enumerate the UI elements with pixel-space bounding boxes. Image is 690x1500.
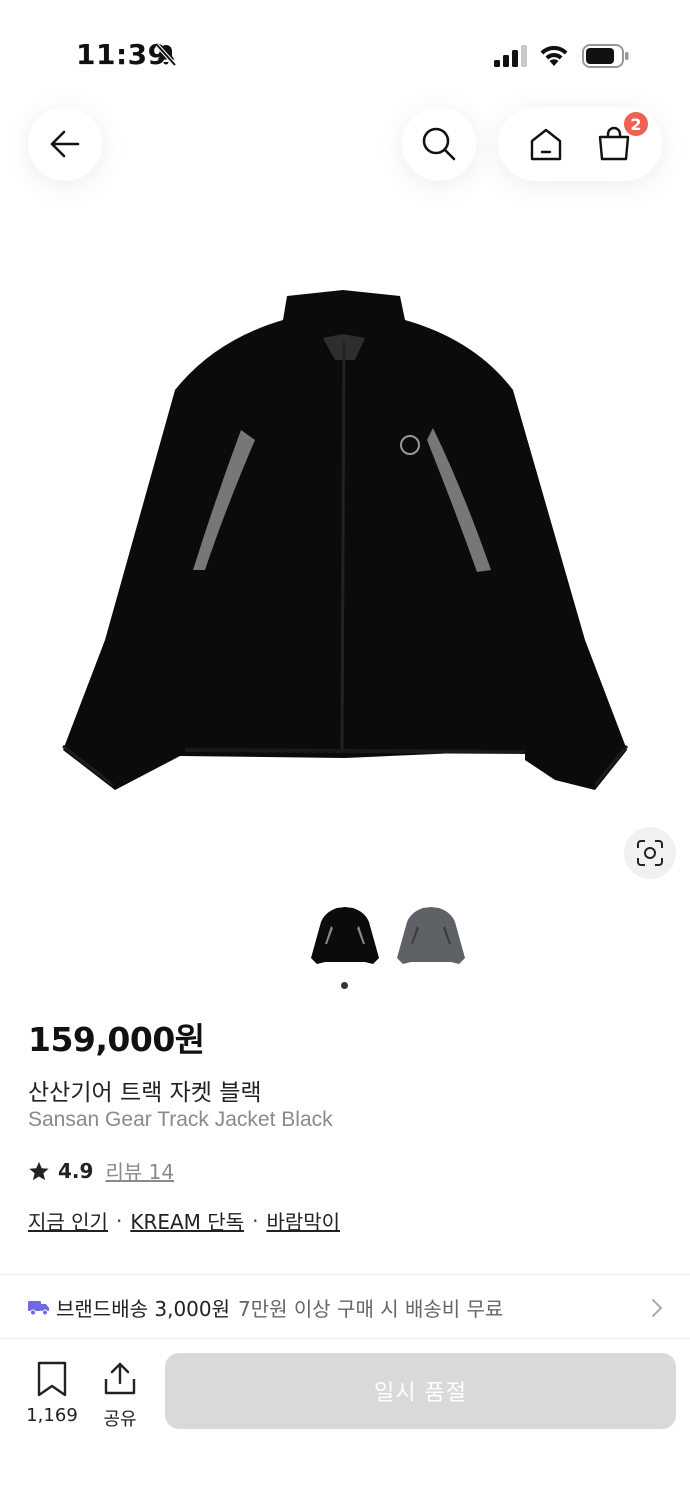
product-price: 159,000원: [28, 1020, 205, 1059]
share-icon: [104, 1362, 136, 1395]
sold-out-button[interactable]: 일시 품절: [165, 1353, 676, 1429]
tags-row: 지금 인기 · KREAM 단독 · 바람막이: [28, 1206, 340, 1235]
home-cart-group: 2: [498, 107, 662, 181]
shipping-fee: 브랜드배송 3,000원: [56, 1296, 231, 1321]
search-icon: [422, 127, 456, 161]
bottom-action-bar: 1,169 공유 일시 품절: [0, 1338, 690, 1500]
tag-separator: ·: [252, 1208, 259, 1233]
review-link[interactable]: 리뷰 14: [105, 1156, 174, 1185]
chevron-right-icon: [652, 1299, 663, 1317]
tag-trending[interactable]: 지금 인기: [28, 1206, 108, 1235]
rating-row: 4.9 리뷰 14: [28, 1156, 174, 1185]
star-icon: [29, 1161, 49, 1180]
thumbnail-gray[interactable]: [393, 900, 469, 976]
shipping-info-row[interactable]: 브랜드배송 3,000원 7만원 이상 구매 시 배송비 무료: [0, 1278, 690, 1336]
truck-icon: [28, 1301, 49, 1316]
lens-scan-icon: [637, 840, 663, 866]
divider: [0, 1274, 690, 1275]
tag-kream-exclusive[interactable]: KREAM 단독: [130, 1206, 244, 1235]
cart-count-badge: 2: [622, 110, 650, 138]
home-button[interactable]: [524, 122, 568, 166]
status-bar: 11:39: [0, 0, 690, 100]
bell-off-icon: [155, 43, 177, 67]
free-shipping-note: 7만원 이상 구매 시 배송비 무료: [238, 1296, 504, 1321]
cart-button[interactable]: 2: [592, 110, 650, 166]
share-label: 공유: [103, 1409, 137, 1430]
battery-icon: [582, 44, 629, 68]
carousel-page-dot: [341, 982, 348, 989]
product-name-english: Sansan Gear Track Jacket Black: [28, 1108, 333, 1131]
tag-separator: ·: [115, 1208, 123, 1233]
back-button[interactable]: [28, 107, 102, 181]
product-main-image: [62, 290, 629, 790]
home-icon: [530, 128, 562, 161]
wifi-icon: [540, 45, 568, 66]
bookmark-icon: [37, 1361, 67, 1397]
image-search-button[interactable]: [624, 827, 676, 879]
thumbnail-black[interactable]: [307, 900, 383, 976]
bookmark-count: 1,169: [26, 1405, 78, 1426]
cellular-signal-icon: [494, 45, 527, 67]
arrow-left-icon: [50, 130, 80, 158]
bookmark-button[interactable]: 1,169: [22, 1361, 82, 1426]
tag-windbreaker[interactable]: 바람막이: [266, 1206, 340, 1235]
product-name-korean: 산산기어 트랙 자켓 블랙: [28, 1080, 262, 1106]
rating-value: 4.9: [58, 1158, 94, 1183]
share-button[interactable]: 공유: [96, 1361, 144, 1431]
search-button[interactable]: [402, 107, 476, 181]
